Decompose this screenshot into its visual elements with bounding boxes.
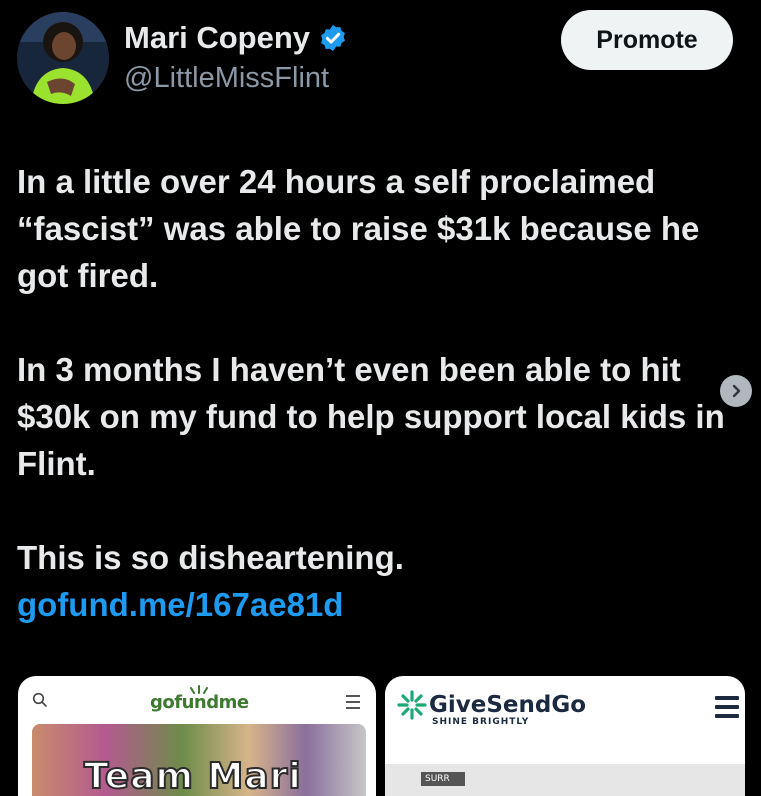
menu-icon [346, 695, 360, 709]
author-handle[interactable]: @LittleMissFlint [124, 62, 329, 95]
gofundme-logo-text: gofundme [150, 692, 249, 713]
gofundme-logo: gofundme [150, 685, 249, 713]
promote-button[interactable]: Promote [561, 10, 733, 70]
chevron-right-icon [732, 384, 741, 398]
author-name[interactable]: Mari Copeny [124, 20, 310, 56]
tweet-paragraph: In a little over 24 hours a self proclai… [17, 163, 700, 294]
banner-title: Team Mari [83, 755, 302, 796]
search-icon [32, 692, 47, 707]
next-arrow-button[interactable] [720, 375, 752, 407]
avatar-image [17, 12, 109, 104]
media-card-givesendgo[interactable]: GiveSendGo SHINE BRIGHTLY SURR [385, 676, 745, 796]
givesendgo-logo-text: GiveSendGo [429, 692, 587, 718]
sprout-icon [190, 685, 208, 694]
avatar[interactable] [17, 12, 109, 104]
menu-icon [715, 696, 739, 718]
givesendgo-tagline: SHINE BRIGHTLY [432, 717, 530, 727]
image-badge: SURR [421, 772, 465, 786]
verified-badge-icon [321, 24, 345, 52]
tweet-paragraph: In 3 months I haven’t even been able to … [17, 351, 725, 482]
campaign-banner-image: Team Mari [32, 724, 366, 796]
tweet-text: In a little over 24 hours a self proclai… [17, 158, 757, 628]
author-name-row: Mari Copeny [124, 20, 348, 56]
sparkle-icon [397, 690, 427, 720]
campaign-image: SURR [385, 764, 745, 796]
media-card-gofundme[interactable]: gofundme Team Mari [18, 676, 376, 796]
tweet-paragraph: This is so disheartening. [17, 539, 404, 576]
tweet-link[interactable]: gofund.me/167ae81d [17, 586, 343, 623]
